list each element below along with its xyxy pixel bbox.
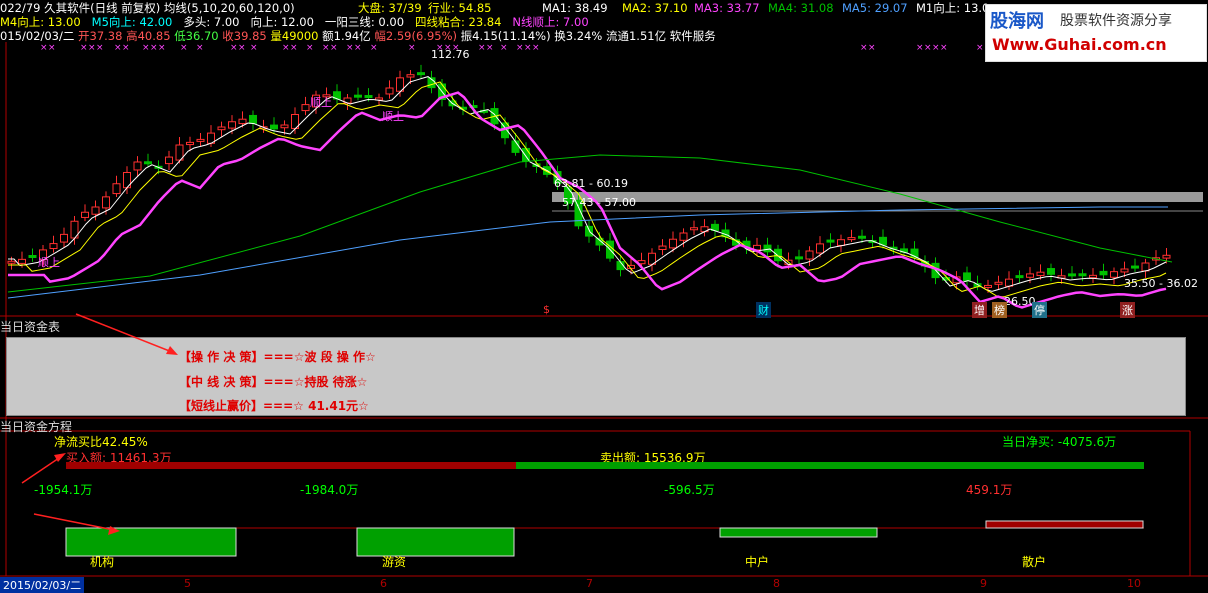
axis-tick-9: 9 <box>980 577 987 590</box>
label-zhonghu: 中户 <box>745 555 770 569</box>
axis-tick-10: 10 <box>1127 577 1141 590</box>
label-sanhu: 散户 <box>1022 555 1047 569</box>
label-jigou: 机构 <box>90 555 115 569</box>
flow-jigou: -1954.1万 <box>34 483 93 497</box>
axis-tick-7: 7 <box>586 577 593 590</box>
sanhu-bar <box>985 520 1144 529</box>
axis-tick-8: 8 <box>773 577 780 590</box>
buy-bar <box>66 462 516 469</box>
axis-tick-6: 6 <box>380 577 387 590</box>
jigou-bar <box>65 527 237 557</box>
zhonghu-bar <box>719 527 878 538</box>
axis-tick-5: 5 <box>184 577 191 590</box>
flow-youzi: -1984.0万 <box>300 483 359 497</box>
youzi-bar <box>356 527 515 557</box>
flow-sanhu: 459.1万 <box>966 483 1013 497</box>
label-youzi: 游资 <box>382 555 407 569</box>
fund-bars <box>21 313 1144 557</box>
flow-zhonghu: -596.5万 <box>664 483 715 497</box>
sell-bar <box>516 462 1144 469</box>
